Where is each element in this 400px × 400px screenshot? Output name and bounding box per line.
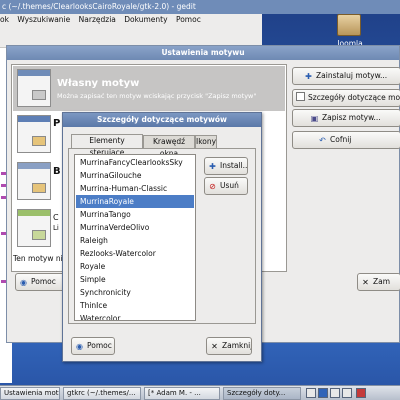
install-theme-button[interactable]: ✚ Zainstaluj motyw... <box>292 67 400 85</box>
help-button[interactable]: ◉ Pomoc <box>71 337 115 355</box>
theme-details-dialog: Szczegóły dotyczące motywów Elementy ste… <box>62 112 262 362</box>
folder-icon <box>32 230 46 240</box>
list-item[interactable]: Synchronicity <box>76 286 194 299</box>
list-item[interactable]: Simple <box>76 273 194 286</box>
home-folder-icon[interactable] <box>337 14 361 36</box>
workspace-2[interactable] <box>318 388 328 398</box>
list-item[interactable]: Royale <box>76 260 194 273</box>
workspace-4[interactable] <box>342 388 352 398</box>
theme-preview <box>17 115 51 153</box>
tray-icon[interactable] <box>356 388 366 398</box>
theme-description: Można zapisać ten motyw wciskając przyci… <box>57 92 257 100</box>
list-item[interactable]: MurrinaVerdeOlivo <box>76 221 194 234</box>
taskbar-item[interactable]: [* Adam M. - ... <box>144 387 220 400</box>
menu-item-search[interactable]: Wyszukiwanie <box>17 15 70 24</box>
theme-name: P <box>53 118 61 129</box>
list-item[interactable]: MurrinaFancyClearlooksSky <box>76 156 194 169</box>
workspace-1[interactable] <box>306 388 316 398</box>
menu-item-documents[interactable]: Dokumenty <box>124 15 167 24</box>
plus-icon: ✚ <box>305 72 312 81</box>
help-icon: ◉ <box>20 278 27 287</box>
save-theme-button[interactable]: ▣ Zapisz motyw... <box>292 109 400 127</box>
preview-titlebar <box>18 70 50 76</box>
install-button[interactable]: ✚ Install... <box>204 157 248 175</box>
list-item[interactable]: MurrinaGilouche <box>76 169 194 182</box>
menu-item-file[interactable]: ok <box>0 15 9 24</box>
taskbar-item[interactable]: Ustawienia motywu <box>0 387 60 400</box>
folder-icon <box>32 90 46 100</box>
preview-titlebar <box>18 163 50 169</box>
list-item[interactable]: MurrinaTango <box>76 208 194 221</box>
folder-icon <box>32 136 46 146</box>
window-icon <box>296 92 305 101</box>
help-icon: ◉ <box>76 342 83 351</box>
list-item[interactable]: Raleigh <box>76 234 194 247</box>
list-item[interactable]: ThinIce <box>76 299 194 312</box>
close-icon: ✕ <box>362 278 369 287</box>
tab-icons[interactable]: Ikony <box>195 135 217 148</box>
theme-name: C <box>53 213 59 222</box>
theme-preview <box>17 209 51 247</box>
list-item[interactable]: Rezlooks-Watercolor <box>76 247 194 260</box>
workspace-3[interactable] <box>330 388 340 398</box>
close-icon: ✕ <box>211 342 218 351</box>
gedit-menubar: ok Wyszukiwanie Narzędzia Dokumenty Pomo… <box>0 14 262 26</box>
remove-button[interactable]: ⊘ Usuń <box>204 177 248 195</box>
gedit-title-bar: c (~/.themes/ClearlooksCairoRoyale/gtk-2… <box>0 0 400 14</box>
preview-titlebar <box>18 116 50 122</box>
folder-icon <box>32 183 46 193</box>
undo-icon: ↶ <box>319 136 326 145</box>
theme-details-button[interactable]: Szczegóły dotyczące motywów <box>292 89 400 107</box>
taskbar-item[interactable]: Szczegóły doty... <box>223 387 301 400</box>
controls-theme-list[interactable]: MurrinaFancyClearlooksSky MurrinaGilouche… <box>74 154 196 321</box>
plus-icon: ✚ <box>209 162 216 171</box>
remove-icon: ⊘ <box>209 182 216 191</box>
list-item[interactable]: Watercolor <box>76 312 194 320</box>
tab-panel: MurrinaFancyClearlooksSky MurrinaGilouche… <box>68 148 256 324</box>
preview-titlebar <box>18 210 50 216</box>
theme-description: Li <box>53 224 59 232</box>
tab-controls[interactable]: Elementy sterujące <box>71 134 143 157</box>
dialog-title: Ustawienia motywu <box>7 46 399 60</box>
dialog-title: Szczegóły dotyczące motywów <box>63 113 261 127</box>
theme-name: B <box>53 166 61 177</box>
close-button[interactable]: ✕ Zamknij <box>206 337 252 355</box>
menu-item-tools[interactable]: Narzędzia <box>79 15 116 24</box>
revert-button[interactable]: ↶ Cofnij <box>292 131 400 149</box>
menu-item-help[interactable]: Pomoc <box>176 15 201 24</box>
tab-window-border[interactable]: Krawędź okna <box>143 135 195 158</box>
theme-item-custom[interactable]: Własny motyw Można zapisać ten motyw wci… <box>13 66 285 111</box>
theme-preview <box>17 69 51 107</box>
taskbar: Ustawienia motywu gtkrc (~/.themes/... [… <box>0 385 400 400</box>
theme-name: Własny motyw <box>57 78 140 89</box>
close-button[interactable]: ✕ Zam <box>357 273 400 291</box>
theme-preview <box>17 162 51 200</box>
list-item[interactable]: Murrina-Human-Classic <box>76 182 194 195</box>
taskbar-item[interactable]: gtkrc (~/.themes/... <box>63 387 141 400</box>
list-item[interactable]: MurrinaRoyale <box>76 195 194 208</box>
save-icon: ▣ <box>310 114 319 123</box>
help-button[interactable]: ◉ Pomoc <box>15 273 65 291</box>
